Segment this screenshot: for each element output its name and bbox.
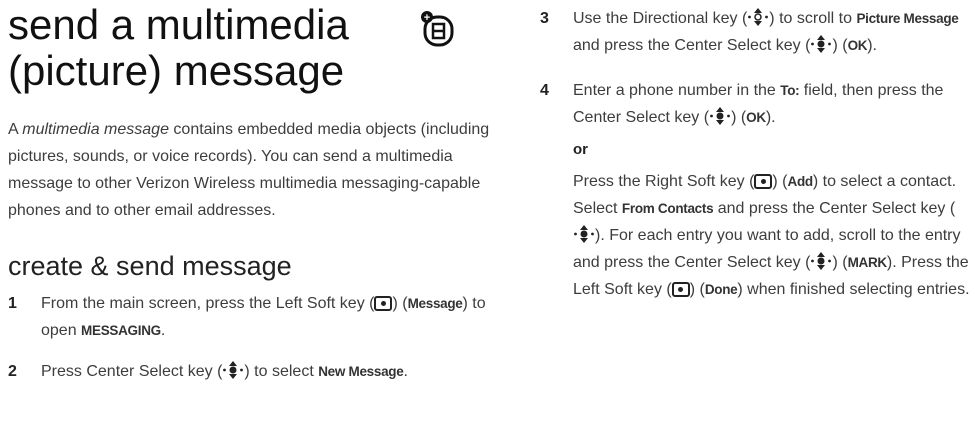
menu-label: From Contacts (621, 201, 714, 216)
center-select-key-icon (710, 107, 730, 125)
softkey-label: OK (746, 110, 766, 125)
center-select-key-icon (223, 361, 244, 379)
menu-label: New Message (318, 364, 404, 379)
section-heading: create & send message (8, 251, 292, 281)
svg-text:+: + (424, 12, 430, 24)
term-multimedia-message: multimedia message (22, 121, 169, 138)
field-label: To: (780, 83, 800, 98)
center-select-key-icon (811, 252, 832, 270)
or-label: or (573, 141, 588, 158)
step-3: 3 Use the Directional key () to scroll t… (540, 8, 959, 54)
softkey-label: MARK (847, 255, 888, 270)
step-1: 1 From the main screen, press the Left S… (8, 295, 486, 339)
softkey-label: OK (847, 38, 868, 53)
soft-key-icon (374, 296, 393, 311)
menu-label: MESSAGING (81, 323, 161, 338)
message-icon: + (421, 11, 454, 47)
softkey-label: Done (704, 282, 738, 297)
step-4: 4 Enter a phone number in the To: field,… (540, 82, 944, 126)
menu-label: Picture Message (856, 11, 959, 26)
step-4-alternative: Press the Right Soft key () (Add) to sel… (573, 173, 970, 298)
soft-key-icon (671, 282, 690, 297)
page-title: send a multimedia (picture) message (8, 1, 349, 94)
soft-key-icon (754, 174, 773, 189)
intro-paragraph: A multimedia message contains embedded m… (8, 121, 490, 219)
left-column: send a multimedia (picture) message + A … (8, 0, 498, 385)
right-column: 3 Use the Directional key () to scroll t… (540, 0, 970, 303)
softkey-label: Message (407, 296, 463, 311)
directional-key-icon (748, 8, 769, 26)
center-select-key-icon (811, 35, 832, 53)
step-2: 2 Press Center Select key () to select N… (8, 361, 408, 380)
softkey-label: Add (787, 174, 814, 189)
center-select-key-icon (574, 225, 594, 243)
